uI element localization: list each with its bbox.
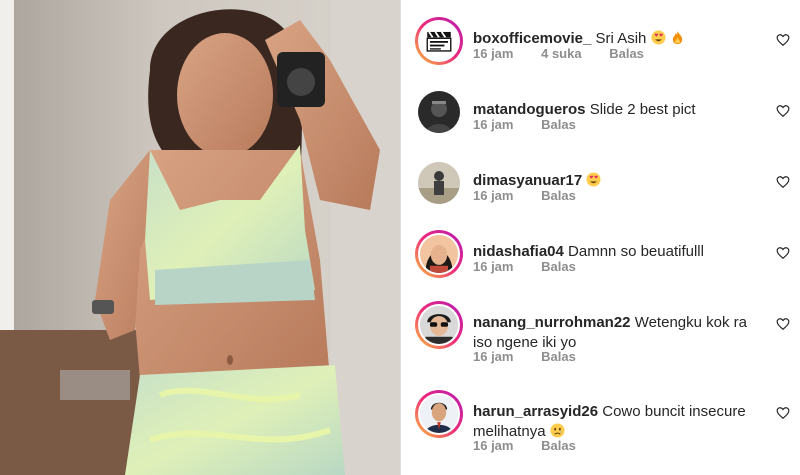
story-ring[interactable] — [415, 17, 463, 65]
sad-emoji-icon — [550, 423, 565, 438]
comment-username[interactable]: nidashafia04 — [473, 243, 564, 260]
fire-emoji-icon — [672, 30, 682, 45]
comment-body: Sri Asih — [595, 30, 647, 47]
comment-item: matandogueros Slide 2 best pict 16 jam B… — [415, 88, 790, 148]
heart-eyes-emoji-icon — [651, 30, 666, 45]
comment-username[interactable]: dimasyanuar17 — [473, 172, 582, 189]
comment-body: Slide 2 best pict — [589, 101, 696, 118]
like-heart-icon[interactable] — [776, 33, 790, 47]
comment-meta: 16 jam Balas — [473, 259, 600, 274]
comment-item: nidashafia04 Damnn so beuatifulll 16 jam… — [415, 230, 790, 290]
comment-username[interactable]: matandogueros — [473, 101, 586, 118]
comment-body: Damnn so beuatifulll — [568, 243, 704, 260]
comment-item: boxofficemovie_ Sri Asih 16 jam 4 suka B… — [415, 17, 790, 77]
comment-meta: 16 jam Balas — [473, 438, 600, 453]
avatar[interactable] — [418, 304, 460, 346]
like-heart-icon[interactable] — [776, 317, 790, 331]
comment-username[interactable]: boxofficemovie_ — [473, 30, 591, 47]
reply-button[interactable]: Balas — [541, 349, 576, 364]
comment-time: 16 jam — [473, 117, 514, 132]
comment-username[interactable]: nanang_nurrohman22 — [473, 314, 631, 331]
story-ring[interactable] — [415, 301, 463, 349]
reply-button[interactable]: Balas — [541, 188, 576, 203]
comment-item: harun_arrasyid26 Cowo buncit insecure me… — [415, 390, 790, 470]
comment-meta: 16 jam Balas — [473, 349, 600, 364]
clapperboard-logo-icon — [420, 22, 458, 60]
comment-meta: 16 jam Balas — [473, 188, 600, 203]
avatar[interactable] — [418, 233, 460, 275]
avatar[interactable] — [418, 393, 460, 435]
reply-button[interactable]: Balas — [541, 259, 576, 274]
avatar-wrapper[interactable] — [415, 159, 463, 207]
comment-text: nanang_nurrohman22 Wetengku kok ra iso n… — [473, 313, 763, 353]
portrait-woman-avatar-icon — [420, 235, 458, 273]
comment-item: nanang_nurrohman22 Wetengku kok ra iso n… — [415, 301, 790, 381]
avatar[interactable] — [418, 162, 460, 204]
comment-time: 16 jam — [473, 349, 514, 364]
outdoor-photo-avatar-icon — [418, 162, 460, 204]
comment-time: 16 jam — [473, 188, 514, 203]
avatar[interactable] — [418, 20, 460, 62]
comment-time: 16 jam — [473, 46, 514, 61]
like-heart-icon[interactable] — [776, 175, 790, 189]
post-photo — [0, 0, 400, 475]
comment-text: harun_arrasyid26 Cowo buncit insecure me… — [473, 402, 763, 442]
comment-likes[interactable]: 4 suka — [541, 46, 581, 61]
portrait-sunglasses-avatar-icon — [420, 306, 458, 344]
comment-time: 16 jam — [473, 438, 514, 453]
story-ring[interactable] — [415, 390, 463, 438]
comment-time: 16 jam — [473, 259, 514, 274]
portrait-man-avatar-icon — [420, 395, 458, 433]
like-heart-icon[interactable] — [776, 406, 790, 420]
reply-button[interactable]: Balas — [541, 438, 576, 453]
avatar-wrapper[interactable] — [415, 88, 463, 136]
story-ring[interactable] — [415, 230, 463, 278]
comment-meta: 16 jam 4 suka Balas — [473, 46, 668, 61]
dark-photo-avatar-icon — [418, 91, 460, 133]
like-heart-icon[interactable] — [776, 246, 790, 260]
reply-button[interactable]: Balas — [541, 117, 576, 132]
comments-panel: boxofficemovie_ Sri Asih 16 jam 4 suka B… — [401, 0, 800, 475]
like-heart-icon[interactable] — [776, 104, 790, 118]
comment-meta: 16 jam Balas — [473, 117, 600, 132]
reply-button[interactable]: Balas — [609, 46, 644, 61]
comment-item: dimasyanuar17 16 jam Balas — [415, 159, 790, 219]
heart-eyes-emoji-icon — [586, 172, 601, 187]
avatar[interactable] — [418, 91, 460, 133]
comment-username[interactable]: harun_arrasyid26 — [473, 403, 598, 420]
